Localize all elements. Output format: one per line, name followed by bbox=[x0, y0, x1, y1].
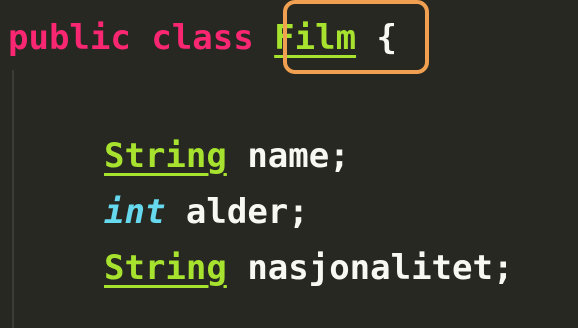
code-line-field-name[interactable]: String name; bbox=[104, 136, 350, 176]
indent-guide bbox=[12, 70, 14, 328]
keyword-class: class bbox=[151, 18, 254, 58]
semicolon: ; bbox=[329, 136, 350, 176]
field-name: name bbox=[247, 136, 330, 176]
semicolon: ; bbox=[288, 192, 309, 232]
type-string[interactable]: String bbox=[104, 136, 227, 176]
field-nasjonalitet: nasjonalitet bbox=[247, 248, 493, 288]
code-line-field-nasjonalitet[interactable]: String nasjonalitet; bbox=[104, 248, 513, 288]
code-editor[interactable]: public class Film { String name; int ald… bbox=[0, 0, 578, 328]
type-int: int bbox=[104, 192, 166, 232]
field-alder: alder bbox=[185, 192, 289, 232]
code-line-field-alder[interactable]: int alder; bbox=[104, 192, 309, 232]
semicolon: ; bbox=[492, 248, 514, 288]
highlight-box bbox=[283, 0, 429, 74]
type-string[interactable]: String bbox=[104, 248, 227, 288]
keyword-public: public bbox=[8, 18, 131, 58]
